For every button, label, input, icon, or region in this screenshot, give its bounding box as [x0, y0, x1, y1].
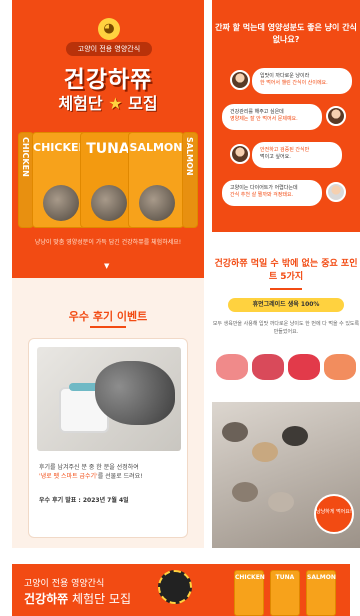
title-underline	[90, 326, 126, 328]
avatar	[326, 106, 346, 126]
review-card: 후기를 남겨주신 분 중 한 분을 선정하여 '냉로 펫 스마트 급수기'를 선…	[28, 338, 188, 538]
star-icon: ★	[108, 94, 123, 113]
points-description: 모두 생육만을 사용해 입맛 까다로운 냥이도 한 번에 다 먹을 수 있도록 …	[212, 321, 360, 335]
avatar	[230, 70, 250, 90]
brand-emblem-icon	[158, 570, 192, 604]
review-event-section: 우수 후기 이벤트 후기를 남겨주신 분 중 한 분을 선정하여 '냉로 펫 스…	[12, 278, 204, 548]
landing-page: ◕ 고양이 전용 영양간식 건강하쮸 체험단 ★ 모집 CHICKEN CHIC…	[0, 0, 360, 616]
cat-shape	[232, 482, 258, 502]
product-pack: SALMON	[306, 570, 336, 616]
product-pack: TUNA	[270, 570, 300, 616]
concerns-section: 간짜 할 먹는데 영양성분도 좋은 냥이 간식 없나요? 입맛이 까다로운 냥이…	[212, 0, 360, 232]
cat-photo	[139, 185, 175, 221]
announcement-date: 우수 후기 발표 : 2023년 7월 4일	[39, 497, 129, 504]
hero-title-prefix: 체험단	[58, 94, 103, 113]
tuna-meat-shape	[252, 354, 284, 380]
banner-subtitle: 고양이 전용 영양간식	[24, 579, 105, 589]
avatar	[230, 144, 250, 164]
concerns-title: 간짜 할 먹는데 영양성분도 좋은 냥이 간식 없나요?	[215, 23, 357, 44]
chicken-meat-shape	[216, 354, 248, 380]
product-pack: SALMON	[182, 132, 198, 228]
salmon-meat-shape	[324, 354, 356, 380]
review-description: 후기를 남겨주신 분 중 한 분을 선정하여 '냉로 펫 스마트 급수기'를 선…	[39, 464, 143, 480]
arrow-down-icon: ▼	[104, 262, 110, 270]
cat-shape	[222, 422, 248, 442]
hero-subtitle-line: 체험단 ★ 모집	[12, 90, 204, 114]
points-title: 건강하쮸 먹일 수 밖에 없는 중요 포인트 5가지	[214, 259, 358, 282]
hero-pill: 고양이 전용 영양간식	[66, 42, 152, 56]
title-underline	[270, 288, 302, 290]
cat-shape	[95, 361, 175, 425]
chat-bubble: 입맛이 까다로운 냥이라 한 먹어서 챌린 간식이 산이에요.	[252, 68, 352, 94]
key-points-section: 건강하쮸 먹일 수 밖에 없는 중요 포인트 5가지 휴먼그레이드 생육 100…	[212, 232, 360, 548]
cats-eating-photo: 냥냥하게 먹어요!	[212, 402, 360, 548]
banner-title: 건강하쮸 체험단 모집	[24, 592, 132, 606]
left-column: ◕ 고양이 전용 영양간식 건강하쮸 체험단 ★ 모집 CHICKEN CHIC…	[12, 0, 204, 548]
cat-photo	[91, 185, 127, 221]
cat-shape	[282, 426, 308, 446]
cat-shape	[268, 492, 294, 512]
chat-bubble: 안전하고 검증된 간식만 먹이고 싶어요.	[252, 142, 342, 168]
hero-title-suffix: 모집	[128, 94, 158, 113]
cat-photo	[43, 185, 79, 221]
water-fountain-photo	[37, 347, 181, 451]
hero-description: 냥냥이 맞춤 영양성분이 가득 담긴 건강하쮸를 체험하세요!	[34, 239, 182, 246]
cat-shape	[252, 442, 278, 462]
product-pack: SALMON	[128, 132, 184, 228]
product-packs: CHICKEN CHICKEN TUNA SALMON SALMON	[18, 132, 198, 232]
hero-title: 건강하쮸	[63, 67, 153, 93]
hero-section: ◕ 고양이 전용 영양간식 건강하쮸 체험단 ★ 모집 CHICKEN CHIC…	[12, 0, 204, 278]
meat-photos	[212, 346, 360, 390]
review-title: 우수 후기 이벤트	[68, 310, 148, 323]
chat-bubble: 건강관리를 해주고 싶은데 영양제는 잘 안 먹어서 문제예요.	[222, 104, 322, 130]
bottom-banner[interactable]: 고양이 전용 영양간식 건강하쮸 체험단 모집 CHICKEN TUNA SAL…	[12, 564, 350, 616]
tuna-meat-shape	[288, 354, 320, 380]
human-grade-badge: 휴먼그레이드 생육 100%	[228, 298, 344, 312]
eating-badge: 냥냥하게 먹어요!	[314, 494, 354, 534]
avatar	[326, 182, 346, 202]
chat-bubble: 고양이는 다이어트가 어렵다는데 간식 추천 살 찔까봐 걱정돼요.	[222, 180, 322, 206]
cat-face-icon: ◕	[98, 18, 120, 40]
right-column: 간짜 할 먹는데 영양성분도 좋은 냥이 간식 없나요? 입맛이 까다로운 냥이…	[212, 0, 360, 548]
product-pack: CHICKEN	[234, 570, 265, 616]
